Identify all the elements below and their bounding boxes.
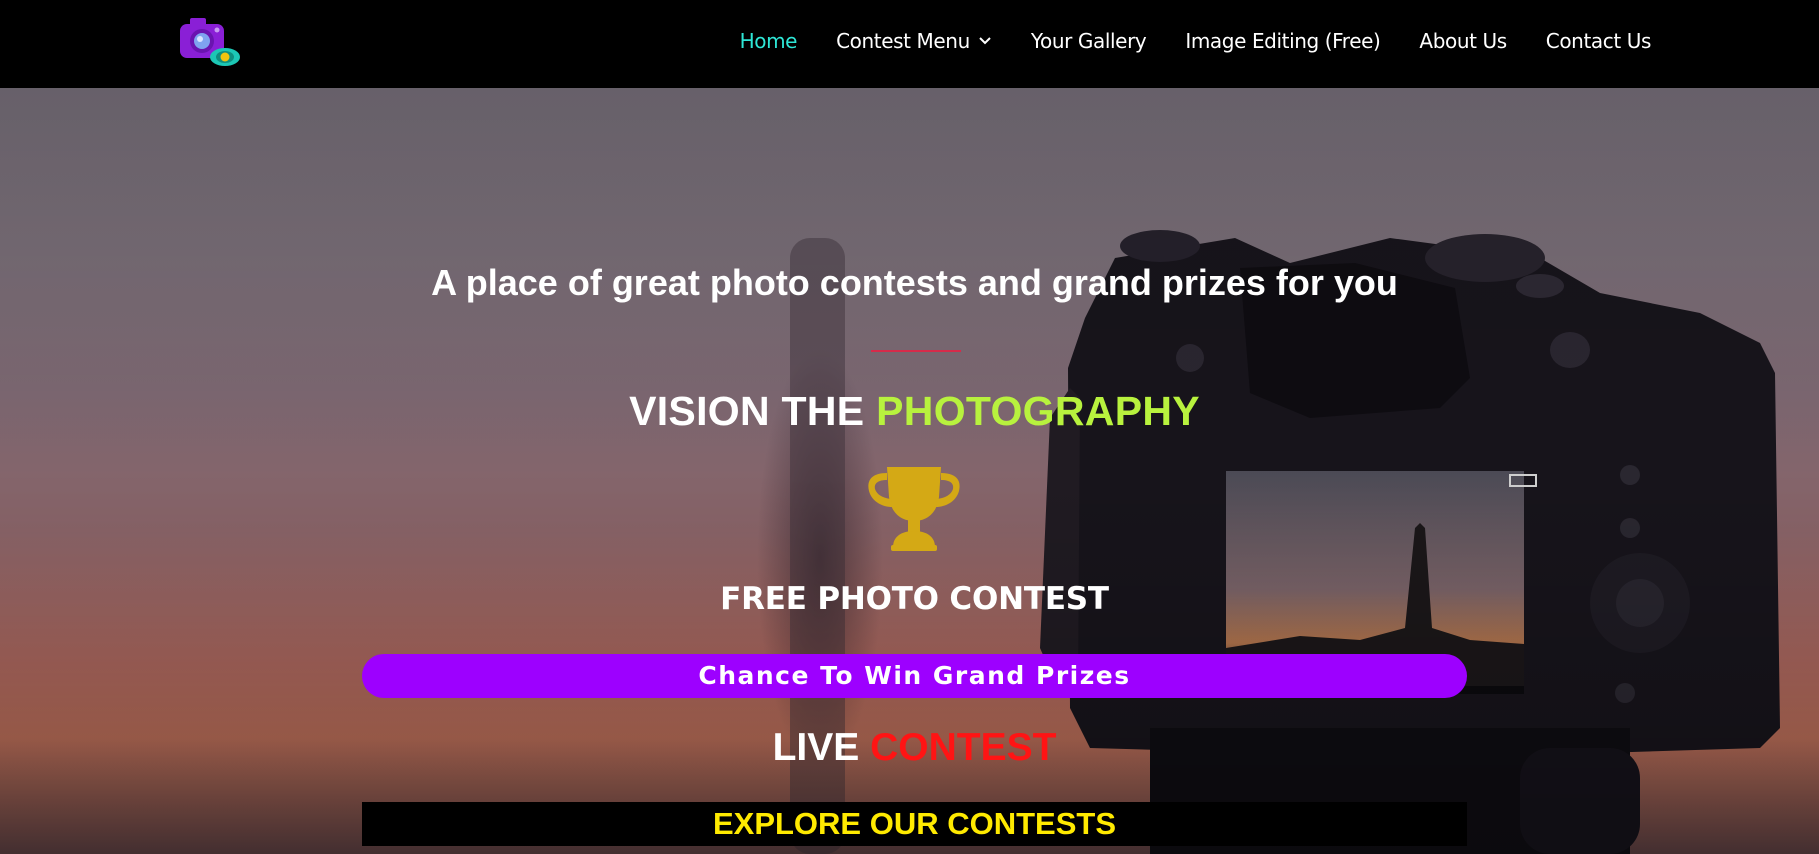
- nav-item-home[interactable]: Home: [739, 29, 798, 53]
- nav-item-your-gallery[interactable]: Your Gallery: [1030, 29, 1147, 53]
- main-nav: Home Contest Menu Your Gallery Image Edi…: [739, 0, 1652, 82]
- section-divider: [871, 350, 961, 352]
- chevron-down-icon: [979, 37, 991, 45]
- hero-tagline: A place of great photo contests and gran…: [431, 262, 1398, 303]
- explore-contests-button[interactable]: EXPLORE OUR CONTESTS: [362, 802, 1467, 846]
- nav-item-label: Contest Menu: [836, 29, 970, 53]
- live-contest-heading: LIVE CONTEST: [0, 726, 1819, 770]
- camera-eye-logo-icon: [180, 18, 240, 66]
- hero-heading-highlight: PHOTOGRAPHY: [876, 388, 1200, 434]
- nav-item-label: About Us: [1419, 29, 1507, 53]
- live-contest-part1: LIVE: [772, 726, 871, 769]
- free-photo-contest-heading: FREE PHOTO CONTEST: [720, 581, 1109, 617]
- nav-item-label: Image Editing (Free): [1185, 29, 1381, 53]
- nav-item-label: Contact Us: [1545, 29, 1652, 53]
- hero-heading: VISION THE PHOTOGRAPHY: [0, 388, 1819, 435]
- nav-item-contact-us[interactable]: Contact Us: [1545, 29, 1652, 53]
- grand-prizes-button[interactable]: Chance To Win Grand Prizes: [362, 654, 1467, 698]
- nav-item-label: Home: [739, 29, 798, 53]
- hero-section: A place of great photo contests and gran…: [0, 88, 1819, 854]
- nav-item-about-us[interactable]: About Us: [1419, 29, 1507, 53]
- nav-item-contest-menu[interactable]: Contest Menu: [836, 29, 992, 53]
- nav-item-label: Your Gallery: [1030, 29, 1147, 53]
- live-contest-highlight: CONTEST: [870, 726, 1057, 769]
- nav-item-image-editing[interactable]: Image Editing (Free): [1185, 29, 1380, 53]
- trophy-icon: [868, 467, 960, 551]
- hero-heading-part1: VISION THE: [629, 388, 877, 434]
- site-logo[interactable]: [178, 14, 244, 70]
- site-header: Home Contest Menu Your Gallery Image Edi…: [0, 0, 1819, 88]
